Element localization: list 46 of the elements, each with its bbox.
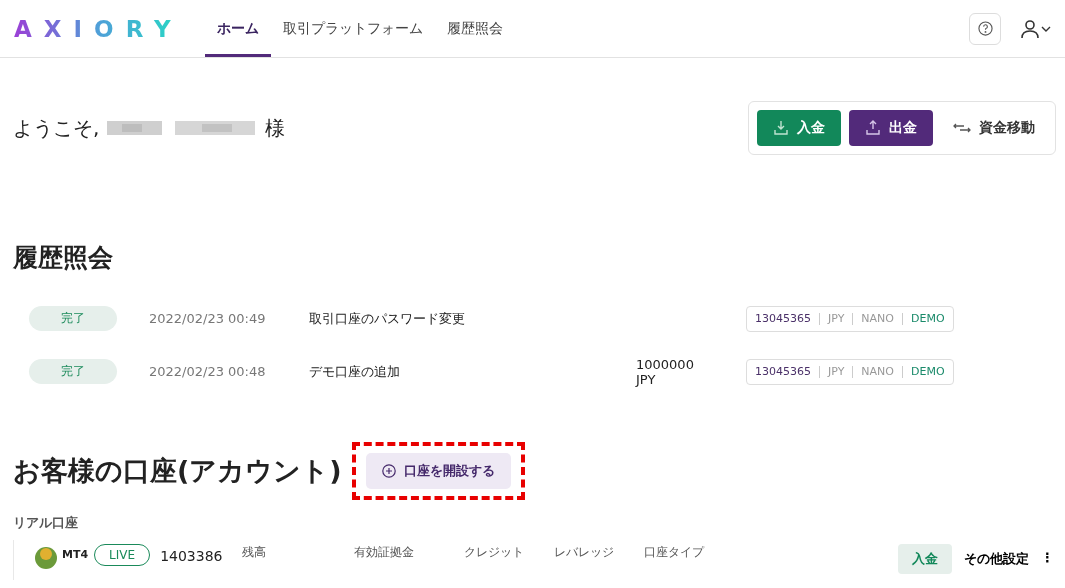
help-icon [977,21,993,36]
honorific-text: 様 [265,114,286,142]
tag-text: JPY [828,312,845,325]
amount-text: 1000000 JPY [636,356,695,387]
upload-icon [865,120,881,136]
section-heading: 履歴照会 [13,242,114,274]
column-label: レバレッジ [554,544,616,561]
settings-menu[interactable]: その他設定 [964,550,1029,568]
status-badge: 完了 [29,359,117,384]
description-text: 取引口座のパスワード変更 [309,309,466,328]
arrows-icon [953,123,971,133]
chevron-down-icon [1041,25,1051,32]
nav-tab[interactable]: 取引プラットフォーム [270,3,435,57]
plus-circle-icon [381,464,396,478]
tag-text: DEMO [911,312,945,325]
column-label: 残高 [242,544,268,561]
deposit-button[interactable]: 入金 [898,544,952,574]
tag-text: DEMO [911,365,945,378]
nav-tab[interactable]: 履歴照会 [434,3,515,57]
user-menu[interactable] [1021,18,1051,39]
description-text: デモ口座の追加 [309,362,401,381]
tag-text: JPY [828,365,845,378]
section-heading: お客様の口座(アカウント) [13,454,342,488]
more-options-button[interactable]: ⋮ [1039,550,1056,565]
column-label: 有効証拠金 [354,544,416,561]
withdraw-button[interactable]: 出金 [849,110,933,146]
download-icon [773,120,789,136]
tag-text: NANO [861,365,894,378]
date-text: 2022/02/23 00:49 [149,311,267,326]
column-label: 口座タイプ [644,544,706,561]
help-button[interactable] [969,12,1001,45]
subsection-label: リアル口座 [13,514,79,532]
platform-label: MT4 [62,548,89,561]
user-icon [1021,18,1039,39]
tag-text: 13045365 [755,312,811,325]
welcome-text: ようこそ, [13,114,100,142]
status-badge: 完了 [29,306,117,331]
deposit-button[interactable]: 入金 [757,110,841,146]
platform-logo-icon [34,544,58,570]
account-number: 1403386 [160,548,223,564]
tag-text: 13045365 [755,365,811,378]
nav-tab[interactable]: ホーム [204,3,271,57]
tag-text: NANO [861,312,894,325]
column-label: クレジット [464,544,526,561]
date-text: 2022/02/23 00:48 [149,364,267,379]
open-account-button[interactable]: 口座を開設する [365,453,511,489]
